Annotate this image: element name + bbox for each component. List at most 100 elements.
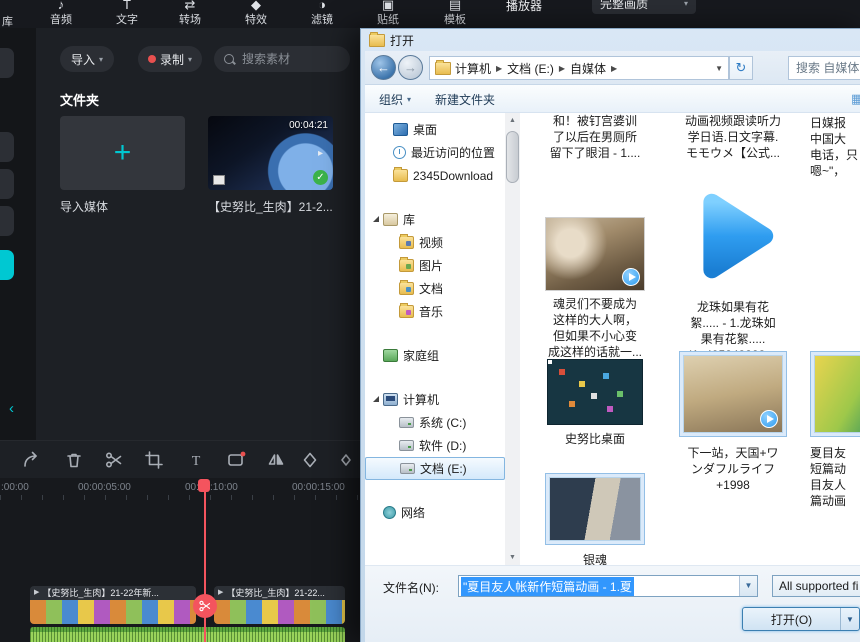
tree-item-documents[interactable]: 文档 — [365, 277, 505, 300]
address-dropdown-icon[interactable]: ▼ — [715, 64, 723, 73]
breadcrumb-drive-e[interactable]: 文档 (E:) — [507, 60, 554, 77]
material-search-box[interactable] — [214, 46, 350, 72]
forward-button[interactable]: → — [398, 55, 423, 80]
file-item[interactable]: 动画视频跟读听力 学日语.日文字幕. モモウメ【公式... — [663, 113, 803, 161]
record-dot-icon — [148, 55, 156, 63]
file-item[interactable]: 日媒报 中国大 电话，只 嗯~"， — [810, 115, 860, 179]
sidebar-item[interactable] — [0, 132, 14, 162]
duration-badge: 00:04:21 — [289, 120, 328, 131]
tree-item-drive-c[interactable]: 系统 (C:) — [365, 411, 505, 434]
mask-button[interactable] — [226, 450, 246, 470]
ruler-tick: 00:00:05:00 — [78, 482, 131, 493]
record-button[interactable]: 录制▾ — [138, 46, 202, 72]
scroll-down-icon[interactable]: ▼ — [505, 550, 520, 565]
video-media-tile[interactable]: 00:04:21 ▸ ✓ — [208, 116, 333, 190]
refresh-button[interactable]: ↻ — [729, 56, 753, 80]
tree-scrollbar[interactable]: ▲ ▼ — [505, 113, 520, 565]
tree-item-homegroup[interactable]: 家庭组 — [365, 344, 505, 367]
open-dropdown-icon[interactable]: ▼ — [841, 615, 859, 624]
filetype-combobox[interactable]: All supported fi — [772, 575, 860, 597]
playhead-handle[interactable] — [198, 479, 210, 492]
crop-button[interactable] — [144, 450, 164, 470]
back-button[interactable]: ← — [371, 55, 396, 80]
tab-audio[interactable]: ♪音频 — [33, 0, 89, 28]
scroll-up-icon[interactable]: ▲ — [505, 113, 520, 128]
file-item-video-selected[interactable]: 下一站，天国+ワ ンダフルライフ +1998 — [663, 351, 803, 493]
file-item-video-selected[interactable]: 夏目友 短篇动 目友人 篇动画 — [810, 351, 860, 509]
views-icon[interactable]: ▦ — [851, 91, 860, 107]
dialog-title-bar[interactable]: 打开 — [361, 29, 860, 51]
file-item-video[interactable]: 龙珠如果有花 絮..... - 1.龙珠如 果有花絮..... (Av49584… — [663, 181, 803, 363]
breadcrumb-separator-icon: ▶ — [606, 64, 622, 73]
breadcrumb-zimeiti[interactable]: 自媒体 — [570, 60, 606, 77]
file-item-image[interactable]: 史努比桌面 — [528, 359, 662, 447]
tab-library-label[interactable]: 库 — [2, 13, 13, 29]
filename-combobox[interactable]: "夏目友人帐新作短篇动画 - 1.夏 ▼ — [458, 575, 758, 597]
expander-icon[interactable] — [371, 394, 382, 405]
clip-thumbnail-strip — [214, 600, 345, 624]
dialog-icon — [369, 34, 385, 47]
filename-value: "夏目友人帐新作短篇动画 - 1.夏 — [461, 577, 634, 596]
combo-dropdown-icon[interactable]: ▼ — [739, 576, 757, 596]
tree-item-pictures[interactable]: 图片 — [365, 254, 505, 277]
split-button[interactable] — [104, 450, 124, 470]
sidebar-item-active[interactable] — [0, 250, 14, 280]
tree-item-libraries[interactable]: 库 — [365, 208, 505, 231]
tree-item-videos[interactable]: 视频 — [365, 231, 505, 254]
tree-item-2345download[interactable]: 2345Download — [365, 164, 505, 187]
dialog-search-box[interactable] — [788, 56, 860, 80]
selection-frame — [679, 351, 787, 437]
tab-template[interactable]: ▤模板 — [427, 0, 483, 28]
quality-dropdown[interactable]: 完整画质▾ — [592, 0, 696, 14]
cut-at-playhead-button[interactable] — [193, 594, 217, 618]
image-thumbnail — [547, 359, 643, 425]
tree-item-music[interactable]: 音乐 — [365, 300, 505, 323]
breadcrumb[interactable]: 计算机 ▶ 文档 (E:) ▶ 自媒体 ▶ ▼ — [429, 56, 729, 80]
expander-icon[interactable] — [371, 214, 382, 225]
new-folder-button[interactable]: 新建文件夹 — [435, 91, 495, 108]
tree-item-computer[interactable]: 计算机 — [365, 388, 505, 411]
file-item[interactable]: 和！被钉宫婆训 了以后在男厕所 留下了眼泪 - 1.... — [528, 113, 662, 161]
audio-track-waveform[interactable] — [30, 627, 345, 642]
recent-places-icon — [393, 146, 406, 159]
media-panel: 导入▾ 录制▾ 文件夹 + 导入媒体 00:04:21 ▸ ✓ 【史努比_生肉】… — [36, 28, 360, 440]
tree-item-drive-d[interactable]: 软件 (D:) — [365, 434, 505, 457]
video-clip-2[interactable]: ▶【史努比_生肉】21-22... — [214, 586, 345, 624]
tab-transition[interactable]: ⇄转场 — [162, 0, 218, 28]
text-tool-button[interactable]: T — [186, 450, 206, 470]
mirror-button[interactable] — [266, 450, 286, 470]
file-item-image-selected[interactable]: 银魂 — [528, 473, 662, 568]
tree-item-drive-e-selected[interactable]: 文档 (E:) — [365, 457, 505, 480]
import-button[interactable]: 导入▾ — [60, 46, 114, 72]
sidebar-item[interactable] — [0, 169, 14, 199]
keyframe-button[interactable] — [300, 450, 320, 470]
section-title-folders: 文件夹 — [60, 90, 99, 109]
open-button[interactable]: 打开(O) ▼ — [742, 607, 860, 631]
file-item-video[interactable]: 魂灵们不要成为 这样的大人啊， 但如果不小心变 成这样的话就一... — [528, 217, 662, 360]
tab-text[interactable]: T文字 — [99, 0, 155, 28]
animation-button[interactable] — [336, 450, 356, 470]
breadcrumb-computer[interactable]: 计算机 — [455, 60, 491, 77]
tab-filter[interactable]: ◑滤镜 — [294, 0, 350, 28]
collapse-panel-chevron-icon[interactable]: ‹ — [9, 400, 14, 417]
dialog-toolbar: 组织▾ 新建文件夹 ▦ — [365, 85, 860, 113]
tree-item-network[interactable]: 网络 — [365, 501, 505, 524]
sidebar-item[interactable] — [0, 48, 14, 78]
player-panel-title: 播放器 — [506, 0, 542, 14]
material-search-input[interactable] — [240, 51, 334, 67]
selection-frame — [545, 473, 645, 545]
tree-item-recent-places[interactable]: 最近访问的位置 — [365, 141, 505, 164]
tab-effects[interactable]: ◆特效 — [228, 0, 284, 28]
delete-button[interactable] — [64, 450, 84, 470]
tab-sticker[interactable]: ▣贴纸 — [360, 0, 416, 28]
redo-button[interactable] — [22, 450, 42, 470]
video-clip-1[interactable]: ▶【史努比_生肉】21-22年新... — [30, 586, 196, 624]
play-badge-icon — [760, 410, 778, 428]
scrollbar-thumb[interactable] — [506, 131, 519, 183]
scissors-icon — [198, 599, 212, 613]
dialog-search-input[interactable] — [794, 60, 860, 76]
tree-item-desktop[interactable]: 桌面 — [365, 118, 505, 141]
sidebar-item[interactable] — [0, 206, 14, 236]
import-media-tile[interactable]: + — [60, 116, 185, 190]
organize-button[interactable]: 组织▾ — [379, 91, 411, 108]
